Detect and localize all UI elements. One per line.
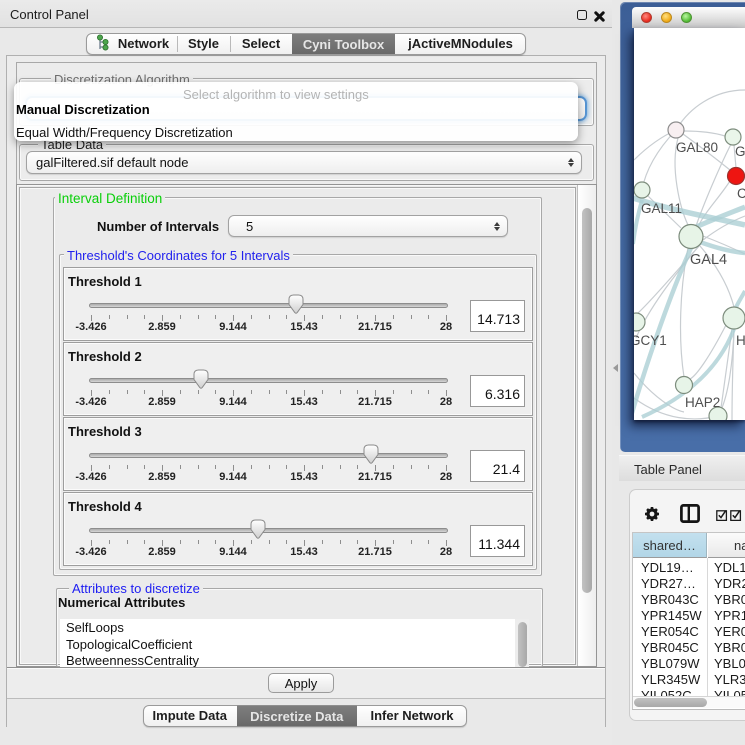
- svg-text:GAL80: GAL80: [676, 140, 718, 155]
- svg-text:H: H: [736, 333, 745, 348]
- svg-text:C: C: [737, 186, 745, 201]
- svg-text:HAP2: HAP2: [685, 395, 720, 410]
- svg-text:GAL11: GAL11: [641, 201, 682, 216]
- svg-text:GAL4: GAL4: [690, 252, 727, 268]
- svg-text:GA: GA: [735, 144, 745, 159]
- svg-text:GCY1: GCY1: [634, 333, 667, 348]
